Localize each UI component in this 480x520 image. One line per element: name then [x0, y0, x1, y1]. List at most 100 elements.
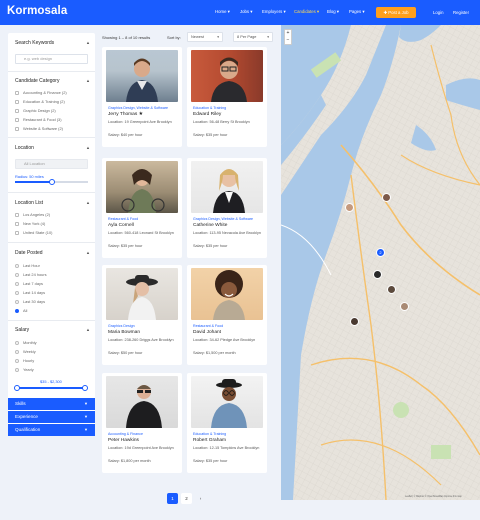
page-2-button[interactable]: 2 [181, 493, 192, 504]
candidate-map-marker[interactable] [345, 203, 354, 212]
candidate-card[interactable]: Restaurant & Food Ayla Cornell Location:… [102, 158, 182, 258]
radio-icon[interactable] [15, 349, 19, 354]
candidate-name[interactable]: Robert Graham [193, 438, 226, 443]
post-job-button[interactable]: ✚ Post a Job [376, 7, 416, 18]
category-checkbox[interactable]: Accounting & Finance (2) [15, 90, 67, 95]
candidate-photo[interactable] [191, 50, 263, 102]
radio-icon[interactable] [15, 358, 19, 363]
radio-icon[interactable] [15, 299, 19, 304]
salary-radio[interactable]: Hourly [15, 358, 34, 363]
nav-blog[interactable]: Blog ▾ [327, 9, 339, 15]
category-checkbox[interactable]: Restaurant & Food (3) [15, 117, 62, 122]
login-link[interactable]: Login [433, 10, 444, 15]
nav-home[interactable]: Home ▾ [215, 9, 230, 15]
candidate-map-marker[interactable] [387, 285, 396, 294]
location-checkbox[interactable]: New York (4) [15, 221, 45, 226]
salary-radio[interactable]: Weekly [15, 349, 36, 354]
keyword-search-input[interactable]: e.g. web design [15, 54, 88, 64]
checkbox-icon[interactable] [15, 99, 19, 104]
checkbox-icon[interactable] [15, 126, 19, 131]
salary-radio[interactable]: Monthly [15, 340, 37, 345]
candidate-photo[interactable] [106, 268, 178, 320]
candidate-card[interactable]: Graphics Design, Website & Software Cath… [187, 158, 267, 258]
map-zoom-control[interactable]: + − [284, 29, 292, 45]
category-checkbox[interactable]: Website & Software (2) [15, 126, 63, 131]
qualification-accordion[interactable]: Qualification ▼ [8, 424, 95, 436]
radio-icon[interactable] [15, 281, 19, 286]
date-radio[interactable]: Last 24 hours [15, 272, 47, 277]
nav-pages[interactable]: Pages ▾ [349, 9, 365, 15]
category-checkbox[interactable]: Education & Training (2) [15, 99, 65, 104]
chevron-up-icon[interactable]: ▲ [86, 145, 90, 150]
candidate-photo[interactable] [191, 161, 263, 213]
candidate-photo[interactable] [191, 268, 263, 320]
candidate-map-marker[interactable] [382, 193, 391, 202]
nav-jobs[interactable]: Jobs ▾ [240, 9, 252, 15]
zoom-out-button[interactable]: − [285, 37, 291, 44]
salary-radio[interactable]: Yearly [15, 367, 34, 372]
location-input[interactable]: All Location [15, 159, 88, 169]
radio-icon[interactable] [15, 263, 19, 268]
location-checkbox[interactable]: United State (10) [15, 230, 52, 235]
candidate-name[interactable]: Edward Riley [193, 112, 221, 117]
candidate-card[interactable]: Graphics Design, Website & Software Jerr… [102, 47, 182, 147]
chevron-up-icon[interactable]: ▲ [86, 78, 90, 83]
radio-icon[interactable] [15, 367, 19, 372]
candidate-name[interactable]: David Johant [193, 330, 221, 335]
chevron-up-icon[interactable]: ▲ [86, 200, 90, 205]
site-logo[interactable]: Kormosala [7, 5, 67, 17]
candidate-map-marker[interactable] [373, 270, 382, 279]
page-1-button[interactable]: 1 [167, 493, 178, 504]
checkbox-icon[interactable] [15, 108, 19, 113]
candidate-photo[interactable] [191, 376, 263, 428]
candidate-photo[interactable] [106, 161, 178, 213]
checkbox-icon[interactable] [15, 221, 19, 226]
candidate-name[interactable]: Maria Bowman [108, 330, 140, 335]
register-link[interactable]: Register [453, 10, 469, 15]
date-radio[interactable]: All [15, 308, 27, 313]
date-radio[interactable]: Last Hour [15, 263, 40, 268]
candidate-name[interactable]: Jerry Thomas ★ [108, 112, 143, 117]
zoom-in-button[interactable]: + [285, 30, 291, 37]
salary-max-handle[interactable] [82, 384, 88, 391]
candidate-map-marker[interactable] [400, 302, 409, 311]
date-radio[interactable]: Last 30 days [15, 299, 45, 304]
chevron-up-icon[interactable]: ▲ [86, 40, 90, 45]
map-attribution[interactable]: Leaflet | © Mapbox © OpenStreetMap Impro… [405, 496, 462, 498]
candidate-card[interactable]: Education & Training Edward Riley Locati… [187, 47, 267, 147]
candidate-name[interactable]: Ayla Cornell [108, 223, 134, 228]
chevron-up-icon[interactable]: ▲ [86, 327, 90, 332]
nav-employers[interactable]: Employers ▾ [262, 9, 286, 15]
candidate-name[interactable]: Catherine White [193, 223, 227, 228]
sort-select[interactable]: Newest ▾ [187, 32, 223, 42]
radius-slider-handle[interactable] [48, 178, 55, 185]
skills-accordion[interactable]: Skills ▼ [8, 398, 95, 410]
date-radio[interactable]: Last 7 days [15, 281, 43, 286]
radio-icon[interactable] [15, 272, 19, 277]
location-checkbox[interactable]: Los Angeles (2) [15, 212, 50, 217]
date-radio[interactable]: Last 14 days [15, 290, 45, 295]
checkbox-icon[interactable] [15, 212, 19, 217]
candidate-card[interactable]: Education & Training Robert Graham Locat… [187, 373, 267, 473]
cluster-marker[interactable]: 2 [376, 248, 385, 257]
radio-icon[interactable] [15, 308, 19, 313]
candidate-card[interactable]: Accounting & Finance Peter Hawkins Locat… [102, 373, 182, 473]
map-view[interactable] [281, 25, 480, 500]
per-page-select[interactable]: 8 Per Page ▾ [233, 32, 273, 42]
radio-icon[interactable] [15, 340, 19, 345]
candidate-card[interactable]: Graphics Design Maria Bowman Location: 2… [102, 265, 182, 365]
candidate-photo[interactable] [106, 50, 178, 102]
candidate-name[interactable]: Peter Hawkins [108, 438, 139, 443]
candidate-photo[interactable] [106, 376, 178, 428]
radio-icon[interactable] [15, 290, 19, 295]
checkbox-icon[interactable] [15, 117, 19, 122]
experience-accordion[interactable]: Experience ▼ [8, 411, 95, 423]
checkbox-icon[interactable] [15, 90, 19, 95]
category-checkbox[interactable]: Graphic Design (2) [15, 108, 56, 113]
candidate-card[interactable]: Restaurant & Food David Johant Location:… [187, 265, 267, 365]
salary-min-handle[interactable] [14, 384, 20, 391]
nav-candidates[interactable]: Candidates ▾ [294, 9, 319, 15]
next-page-button[interactable]: › [195, 493, 206, 504]
chevron-up-icon[interactable]: ▲ [86, 250, 90, 255]
candidate-map-marker[interactable] [350, 317, 359, 326]
